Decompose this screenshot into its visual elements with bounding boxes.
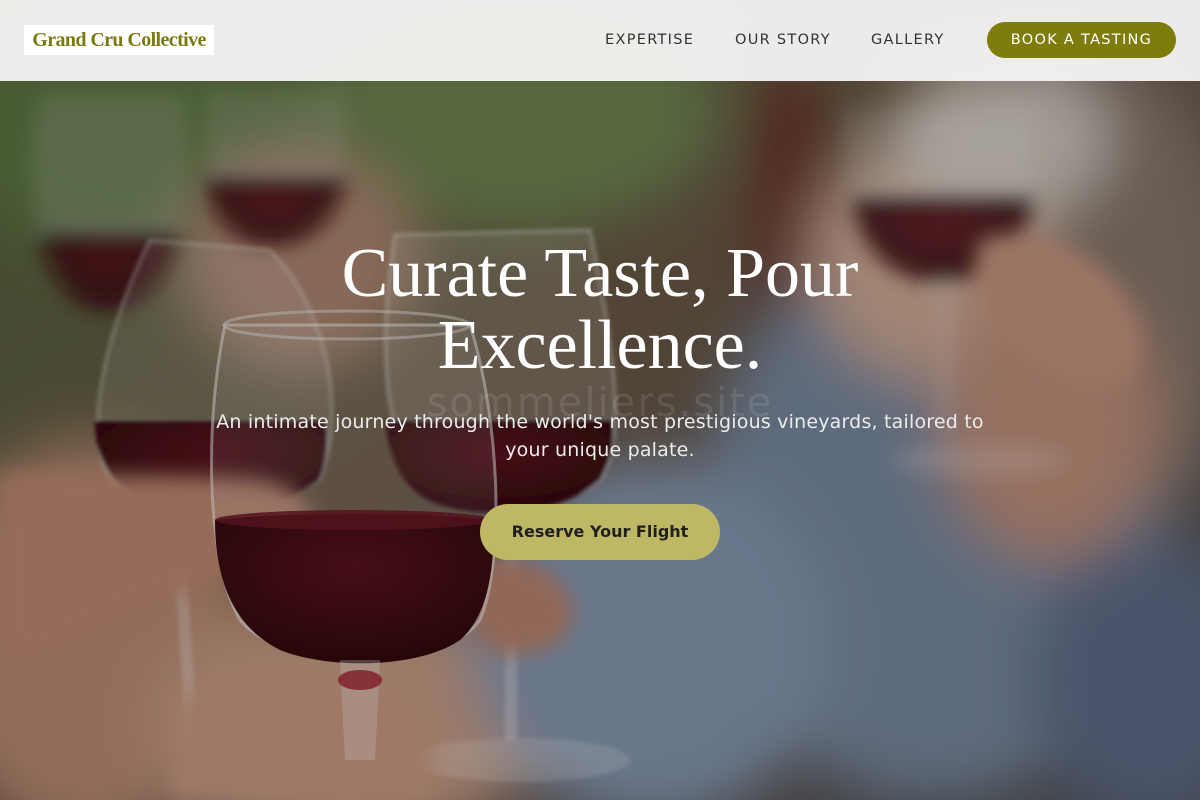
- nav-link-our-story[interactable]: OUR STORY: [735, 30, 831, 50]
- reserve-flight-button[interactable]: Reserve Your Flight: [480, 504, 720, 560]
- brand-logo[interactable]: Grand Cru Collective: [24, 25, 214, 55]
- hero-background: sommeliers.site: [0, 0, 1200, 800]
- hero-headline-line-2: Excellence.: [437, 307, 763, 384]
- hero-subtitle-line-1: An intimate journey through the world's …: [216, 411, 984, 433]
- site-header: Grand Cru Collective EXPERTISE OUR STORY…: [0, 0, 1200, 81]
- nav-link-expertise[interactable]: EXPERTISE: [605, 30, 694, 50]
- nav-link-gallery[interactable]: GALLERY: [871, 30, 945, 50]
- hero-subtitle-line-2: your unique palate.: [505, 439, 695, 461]
- hero-headline: Curate Taste, Pour Excellence.: [200, 238, 1000, 382]
- hero-subtitle: An intimate journey through the world's …: [180, 408, 1020, 464]
- hero-headline-line-1: Curate Taste, Pour: [341, 235, 859, 312]
- book-tasting-button[interactable]: BOOK A TASTING: [987, 22, 1176, 58]
